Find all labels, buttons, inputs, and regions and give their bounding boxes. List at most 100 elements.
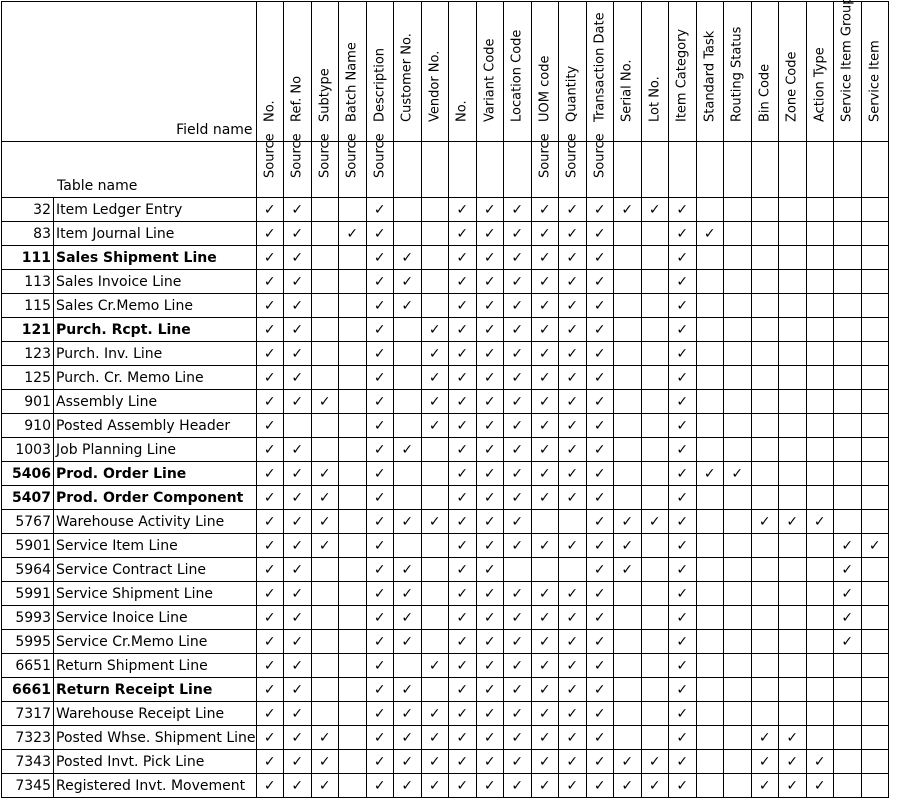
empty-cell: [723, 221, 752, 246]
check-icon: ✓: [668, 317, 697, 342]
empty-cell: [530, 509, 560, 534]
empty-cell: [778, 677, 807, 702]
check-icon: ✓: [668, 485, 697, 510]
table-row: 125 Purch. Cr. Memo Line ✓ ✓ ✓ ✓ ✓ ✓ ✓ ✓ ✓ ✓ ✓: [1, 365, 890, 390]
empty-cell: [860, 653, 890, 678]
table-id: 125: [1, 365, 54, 390]
empty-cell: [640, 341, 670, 366]
column-header: Ref. No: [283, 1, 312, 142]
check-icon: ✓: [503, 725, 532, 750]
column-prefix-text: Source: [592, 133, 608, 178]
check-icon: ✓: [420, 341, 450, 366]
empty-cell: [805, 461, 835, 486]
column-prefix: [448, 141, 477, 198]
table-id: 1003: [1, 437, 54, 462]
empty-cell: [860, 557, 890, 582]
table-row: 7323 Posted Whse. Shipment Line ✓ ✓ ✓ ✓ ✓ ✓ ✓ ✓ ✓ ✓…: [1, 725, 890, 750]
check-icon: ✓: [283, 629, 312, 654]
empty-cell: [695, 293, 725, 318]
table-name: Purch. Rcpt. Line: [53, 317, 257, 342]
column-header: Location Code: [503, 1, 532, 142]
empty-cell: [860, 437, 890, 462]
empty-cell: [695, 413, 725, 438]
check-icon: ✓: [530, 701, 560, 726]
table-id: 7317: [1, 701, 54, 726]
table-row: 115 Sales Cr.Memo Line ✓ ✓ ✓ ✓ ✓ ✓ ✓ ✓ ✓ ✓ ✓: [1, 293, 890, 318]
empty-cell: [723, 773, 752, 798]
empty-cell: [833, 749, 862, 774]
check-icon: ✓: [420, 749, 450, 774]
empty-cell: [805, 317, 835, 342]
empty-cell: [310, 269, 340, 294]
empty-cell: [750, 389, 780, 414]
empty-cell: [393, 317, 422, 342]
check-icon: ✓: [365, 629, 395, 654]
column-field-name: Action Type: [812, 47, 828, 122]
check-icon: ✓: [393, 509, 422, 534]
check-icon: ✓: [255, 317, 285, 342]
empty-cell: [750, 221, 780, 246]
table-id: 32: [1, 197, 54, 222]
check-icon: ✓: [503, 437, 532, 462]
check-icon: ✓: [585, 413, 615, 438]
check-icon: ✓: [475, 725, 505, 750]
empty-cell: [778, 245, 807, 270]
check-icon: ✓: [668, 509, 697, 534]
column-header: Quantity: [558, 1, 587, 142]
empty-cell: [833, 653, 862, 678]
check-icon: ✓: [668, 533, 697, 558]
empty-cell: [723, 509, 752, 534]
check-icon: ✓: [393, 677, 422, 702]
check-icon: ✓: [283, 557, 312, 582]
check-icon: ✓: [558, 485, 587, 510]
empty-cell: [723, 653, 752, 678]
empty-cell: [695, 341, 725, 366]
check-icon: ✓: [365, 245, 395, 270]
table-name: Service Cr.Memo Line: [53, 629, 257, 654]
column-header: Transaction Date: [585, 1, 615, 142]
table-id: 7323: [1, 725, 54, 750]
check-icon: ✓: [558, 269, 587, 294]
empty-cell: [420, 485, 450, 510]
check-icon: ✓: [668, 293, 697, 318]
empty-cell: [420, 293, 450, 318]
empty-cell: [833, 773, 862, 798]
table-id: 5767: [1, 509, 54, 534]
empty-cell: [420, 245, 450, 270]
column-header: Lot No.: [640, 1, 670, 142]
column-header: Routing Status: [723, 1, 752, 142]
empty-cell: [778, 365, 807, 390]
empty-cell: [393, 365, 422, 390]
empty-cell: [338, 629, 367, 654]
check-icon: ✓: [365, 221, 395, 246]
check-icon: ✓: [283, 365, 312, 390]
check-icon: ✓: [448, 341, 477, 366]
empty-cell: [613, 725, 642, 750]
check-icon: ✓: [585, 581, 615, 606]
empty-cell: [860, 221, 890, 246]
check-icon: ✓: [778, 773, 807, 798]
empty-cell: [640, 629, 670, 654]
empty-cell: [310, 653, 340, 678]
table-name: Warehouse Activity Line: [53, 509, 257, 534]
check-icon: ✓: [393, 293, 422, 318]
check-icon: ✓: [365, 677, 395, 702]
table-id: 113: [1, 269, 54, 294]
check-icon: ✓: [613, 773, 642, 798]
check-icon: ✓: [613, 509, 642, 534]
check-icon: ✓: [475, 197, 505, 222]
empty-cell: [750, 581, 780, 606]
empty-cell: [805, 557, 835, 582]
empty-cell: [805, 725, 835, 750]
column-header: No.: [255, 1, 285, 142]
check-icon: ✓: [668, 437, 697, 462]
check-icon: ✓: [310, 725, 340, 750]
check-icon: ✓: [255, 341, 285, 366]
empty-cell: [310, 437, 340, 462]
empty-cell: [310, 365, 340, 390]
check-icon: ✓: [640, 197, 670, 222]
table-name: Item Journal Line: [53, 221, 257, 246]
table-row: 1003 Job Planning Line ✓ ✓ ✓ ✓ ✓ ✓ ✓ ✓ ✓ ✓ ✓: [1, 437, 890, 462]
empty-cell: [805, 653, 835, 678]
check-icon: ✓: [585, 461, 615, 486]
